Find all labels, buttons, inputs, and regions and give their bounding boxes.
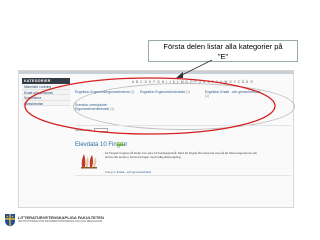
item-category-tag: Kategori: Ersatt - och genomlevbokst: [105, 170, 151, 174]
divider: [75, 125, 291, 126]
callout-line-1: Första delen listar alla kategorier på: [163, 42, 283, 51]
category-count: (1): [205, 94, 210, 99]
category-count: (1): [186, 90, 191, 94]
annotation-callout: Första delen listar alla kategorier på "…: [148, 40, 298, 62]
sidebar-item[interactable]: Föreskrivelse: [22, 100, 70, 106]
category-label: Engelska: Ergonomi/ergonomienerna: [75, 90, 130, 94]
sort-label: Sortera efter:: [75, 128, 93, 132]
divider: [75, 175, 291, 176]
category-link[interactable]: Engelska: Ergonomi/ordenbokt (1): [140, 90, 200, 94]
category-sidebar: KATEGORIER Materialet i ordning Ersatt o…: [22, 78, 70, 106]
category-link[interactable]: Svenska: ordenjunkte: Ergonomienerdenbok…: [75, 103, 115, 112]
category-count: (1): [110, 107, 115, 112]
tag-label: Kategori:: [105, 170, 117, 174]
category-label: Engelska: Ersatt - och genomlevbokst: [205, 90, 261, 94]
new-badge: NEW: [117, 142, 123, 146]
item-thumbnail-icon: [81, 154, 97, 169]
category-label: Svenska: ordenjunkte: Ergonomienerdenbok…: [75, 103, 110, 112]
item-description: 10 Fingrar hoppar på stolar hos elev 10 …: [105, 151, 258, 159]
category-list: Engelska: Ergonomi/ergonomienerna (2) En…: [75, 86, 291, 126]
category-label: Engelska: Ergonomi/ordenbokt: [140, 90, 186, 94]
category-link[interactable]: Engelska: Ersatt - och genomlevbokst (1): [205, 90, 265, 99]
page-header-bar: [19, 71, 293, 74]
university-crest-icon: [5, 214, 15, 227]
category-count: (2): [130, 90, 135, 94]
tag-value-link[interactable]: Ersatt - och genomlevbokst: [117, 170, 151, 174]
footer: LITTERATURVETENSKAPLIGA FAKULTETEN INSTI…: [4, 213, 124, 231]
footer-institution: INSTITUTIONEN FÖR INFORMATIONSTEKNOLOGI …: [18, 220, 103, 223]
sort-select[interactable]: [94, 128, 109, 133]
category-link[interactable]: Engelska: Ergonomi/ergonomienerna (2): [75, 90, 135, 94]
sort-control[interactable]: Sortera efter:: [75, 128, 109, 133]
callout-line-2: "E": [217, 52, 229, 61]
webpage-screenshot: KATEGORIER Materialet i ordning Ersatt o…: [18, 70, 295, 208]
